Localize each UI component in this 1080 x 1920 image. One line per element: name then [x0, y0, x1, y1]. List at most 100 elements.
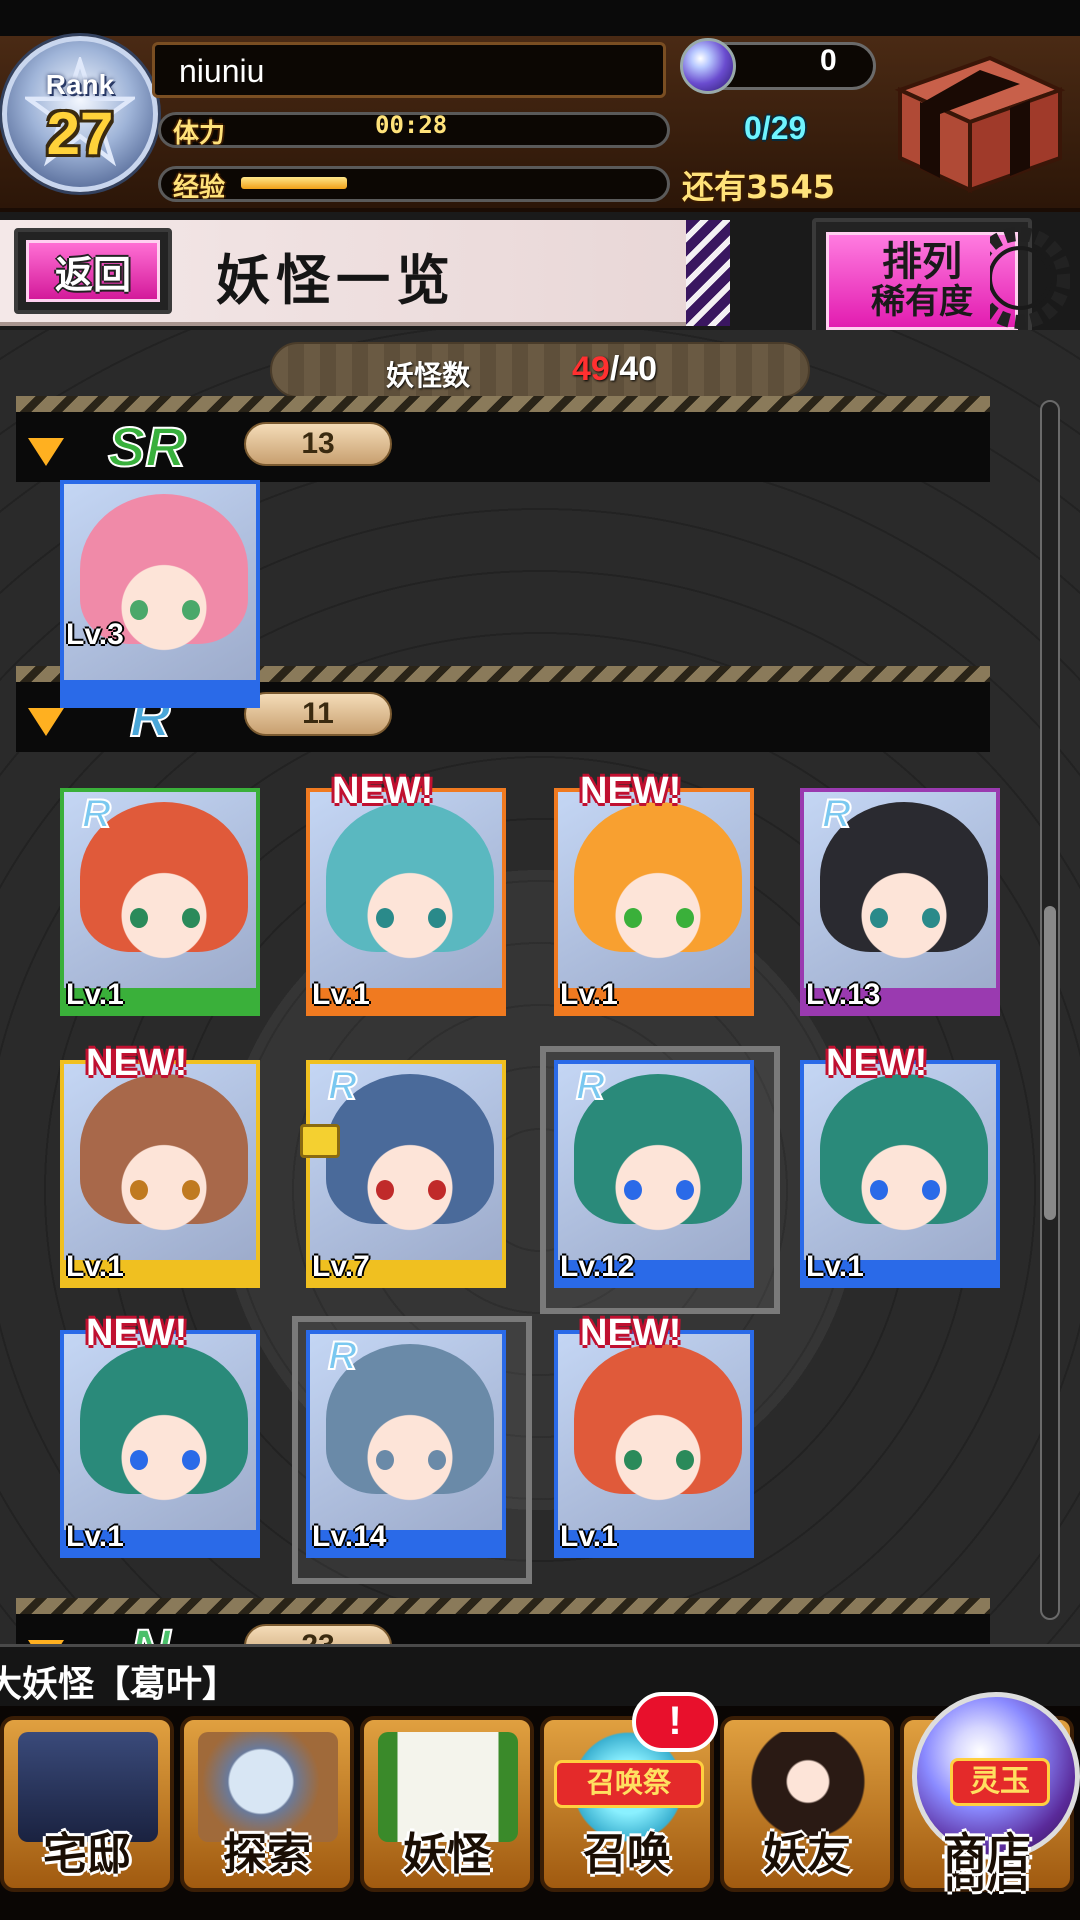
- monster-card[interactable]: Lv.7 R: [300, 1060, 506, 1288]
- new-badge: NEW!: [86, 1312, 188, 1354]
- back-button-label: 返回: [26, 240, 160, 302]
- portrait-eyes: [624, 908, 694, 928]
- monster-card[interactable]: Lv.1 NEW!: [60, 1042, 260, 1288]
- nav-monsters[interactable]: 妖怪: [360, 1716, 534, 1892]
- card-level-strip: [64, 680, 256, 704]
- section-count-sr: 13: [244, 422, 392, 466]
- rarity-badge: R: [821, 791, 852, 837]
- portrait-eyes: [624, 1180, 694, 1200]
- monster-card[interactable]: Lv.1 NEW!: [554, 1312, 754, 1558]
- nav-explore[interactable]: 探索: [180, 1716, 354, 1892]
- nav-label: 商店: [943, 1829, 1031, 1880]
- portrait-eyes: [376, 908, 446, 928]
- monster-card[interactable]: Lv.1 NEW!: [306, 770, 506, 1016]
- card-level: Lv.1: [66, 1520, 124, 1553]
- summon-alert-badge: !: [632, 1692, 718, 1752]
- card-level: Lv.1: [66, 978, 124, 1011]
- collapse-arrow-icon: [28, 708, 64, 736]
- lock-icon: [300, 1124, 340, 1158]
- portrait-eyes: [624, 1450, 694, 1470]
- rarity-badge: R: [327, 1063, 358, 1109]
- orb-count: 0: [820, 44, 837, 77]
- nav-mansion[interactable]: 宅邸: [0, 1716, 174, 1892]
- rank-label: Rank: [45, 69, 115, 100]
- rarity-badge: R: [575, 1063, 606, 1109]
- exp-bar: 经验: [158, 166, 670, 202]
- page-title: 妖怪一览: [216, 248, 456, 312]
- stamina-bar: 体力 00:28: [158, 112, 670, 148]
- section-count-n: 23: [244, 1624, 392, 1644]
- rarity-badge: R: [81, 791, 112, 837]
- new-badge: NEW!: [86, 1042, 188, 1084]
- monster-card[interactable]: Lv.3: [60, 480, 260, 708]
- section-header-sr[interactable]: SR 13: [16, 396, 990, 482]
- gear-icon: [990, 227, 1070, 329]
- monster-count-current: 49: [572, 350, 610, 388]
- nav-label: 宅邸: [43, 1829, 131, 1880]
- player-header: Rank 27 niuniu 体力 00:28 经验 0 0/29 还有3545: [0, 36, 1080, 212]
- card-level: Lv.12: [560, 1250, 635, 1283]
- stamina-count: 0/29: [744, 110, 807, 146]
- status-bar: [0, 0, 1080, 36]
- portrait-eyes: [870, 908, 940, 928]
- stamina-timer: 00:28: [375, 112, 448, 139]
- monster-count-max: /40: [609, 350, 658, 388]
- rarity-badge: R: [327, 1333, 358, 1379]
- monster-card[interactable]: Lv.13 R: [800, 788, 1000, 1016]
- portrait-eyes: [870, 1180, 940, 1200]
- monster-card[interactable]: Lv.14 R: [292, 1316, 532, 1584]
- monster-portrait: [60, 480, 260, 708]
- card-level: Lv.3: [66, 618, 124, 651]
- nav-label: 探索: [223, 1829, 311, 1880]
- card-level: Lv.1: [560, 978, 618, 1011]
- monster-count-label: 妖怪数: [386, 359, 471, 392]
- monster-list[interactable]: 妖怪数 49/40 SR 13 R 11 N 23 Lv.3 Lv.1 R Lv.…: [0, 330, 1080, 1644]
- spirit-orb-icon: [680, 38, 736, 94]
- monster-card[interactable]: Lv.1 R: [60, 788, 260, 1016]
- portrait-eyes: [130, 600, 200, 620]
- sort-mode: 稀有度: [871, 282, 973, 323]
- rank-emblem: Rank 27: [2, 36, 158, 192]
- back-button[interactable]: 返回: [14, 228, 172, 314]
- monster-card[interactable]: Lv.1 NEW!: [554, 770, 754, 1016]
- gift-box-icon[interactable]: [880, 50, 1070, 198]
- card-level: Lv.1: [312, 978, 370, 1011]
- new-badge: NEW!: [332, 770, 434, 812]
- player-name: niuniu: [179, 53, 265, 89]
- spirit-orb-tag: 灵玉: [950, 1758, 1050, 1806]
- section-header-n[interactable]: N 23: [16, 1598, 990, 1644]
- monster-card[interactable]: Lv.1 NEW!: [60, 1312, 260, 1558]
- player-name-box: niuniu: [152, 42, 666, 98]
- monster-count-bar: 妖怪数 49/40: [270, 342, 810, 398]
- sort-label: 排列: [882, 238, 962, 286]
- new-badge: NEW!: [826, 1042, 928, 1084]
- summon-festival-tag: 召唤祭: [554, 1760, 704, 1808]
- card-level: Lv.7: [312, 1250, 370, 1283]
- card-level: Lv.13: [806, 978, 881, 1011]
- monster-count-value: 49/40: [572, 350, 657, 389]
- card-level: Lv.1: [806, 1250, 864, 1283]
- collapse-arrow-icon: [28, 438, 64, 466]
- card-level: Lv.14: [312, 1520, 387, 1553]
- nav-label: 妖怪: [403, 1829, 491, 1880]
- rank-value: 27: [46, 100, 114, 167]
- exp-label: 经验: [173, 173, 226, 202]
- card-level: Lv.1: [66, 1250, 124, 1283]
- monster-card[interactable]: Lv.12 R: [540, 1046, 780, 1314]
- news-ticker[interactable]: 大妖怪【葛叶】: [0, 1644, 1080, 1706]
- ticker-text: 大妖怪【葛叶】: [0, 1664, 239, 1705]
- rarity-label-n: N: [129, 1616, 171, 1644]
- new-badge: NEW!: [580, 770, 682, 812]
- nav-label: 召唤: [583, 1829, 671, 1880]
- exp-remaining: 还有3545: [682, 168, 836, 206]
- monster-card[interactable]: Lv.1 NEW!: [800, 1042, 1000, 1288]
- new-badge: NEW!: [580, 1312, 682, 1354]
- portrait-eyes: [376, 1450, 446, 1470]
- nav-label: 妖友: [763, 1829, 851, 1880]
- nav-friends[interactable]: 妖友: [720, 1716, 894, 1892]
- section-count-r: 11: [244, 692, 392, 736]
- scrollbar-thumb[interactable]: [1044, 906, 1056, 1220]
- rarity-label-sr: SR: [107, 414, 187, 479]
- card-level: Lv.1: [560, 1520, 618, 1553]
- portrait-eyes: [130, 1450, 200, 1470]
